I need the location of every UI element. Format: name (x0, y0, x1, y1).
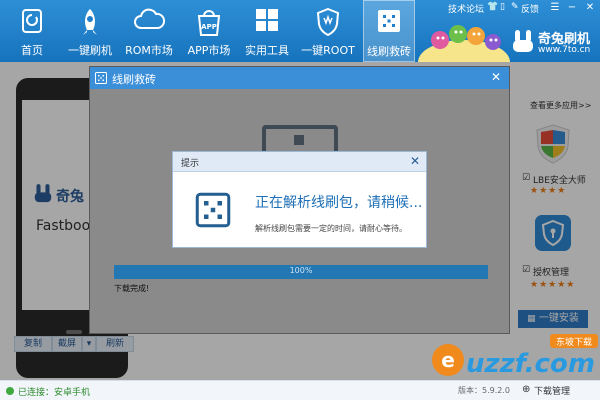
tip-close-icon[interactable]: ✕ (410, 154, 420, 168)
nav-home[interactable]: 首页 (8, 0, 56, 62)
nav-one-click-flash[interactable]: 一键刷机 (62, 0, 118, 62)
menu-icon[interactable]: ☰ (549, 3, 561, 13)
nav-home-label: 首页 (21, 44, 43, 57)
download-manager-button[interactable]: 下载管理 (534, 384, 570, 397)
progress-text: 100% (289, 266, 313, 275)
feedback-icon: ✎ (511, 2, 519, 12)
tip-dialog: 提示 ✕ 正在解析线刷包，请稍候... 解析线刷包需要一定的时间，请耐心等待。 (172, 151, 427, 248)
forum-link[interactable]: 技术论坛 (448, 2, 484, 15)
rocket-icon (83, 9, 97, 35)
nav-one-click-root[interactable]: 一键ROOT (298, 0, 358, 62)
dice-icon (95, 72, 107, 84)
shirt-icon[interactable]: 👕 (487, 2, 498, 12)
minimize-button[interactable]: − (566, 3, 578, 13)
rabbit-logo-icon (513, 30, 533, 52)
watermark-text: uzzf.com (466, 349, 595, 379)
nav-rom-market[interactable]: ROM市场 (122, 0, 176, 62)
mascot-illustration (418, 25, 510, 62)
download-icon: ⊕ (522, 384, 531, 395)
home-icon (22, 9, 42, 33)
grid-icon (256, 9, 278, 31)
nav-flash-rescue[interactable]: 线刷救砖 (363, 0, 415, 62)
version-text: 版本：5.9.2.0 (458, 386, 510, 395)
phone-small-icon[interactable]: ▯ (500, 2, 505, 12)
nav-one-click-root-label: 一键ROOT (301, 44, 355, 57)
nav-app-market[interactable]: APP APP市场 (182, 0, 236, 62)
watermark-badge: 东坡下载 (556, 336, 592, 348)
nav-tools[interactable]: 实用工具 (240, 0, 294, 62)
close-window-button[interactable]: ✕ (584, 3, 596, 13)
connected-icon (6, 387, 14, 395)
svg-text:e: e (441, 348, 455, 372)
nav-app-market-label: APP市场 (187, 44, 231, 57)
brand-url: www.7to.cn (538, 45, 591, 55)
download-status-text: 下载完成! (114, 284, 150, 293)
tip-title: 提示 (181, 159, 200, 169)
watermark: e uzzf.com 东坡下载 (430, 332, 600, 380)
nav-one-click-flash-label: 一键刷机 (68, 44, 112, 57)
dice-icon (195, 192, 231, 228)
flash-dialog-title: 线刷救砖 (112, 73, 156, 86)
feedback-link[interactable]: 反馈 (521, 2, 539, 15)
nav-tools-label: 实用工具 (245, 44, 289, 57)
tip-sub-message: 解析线刷包需要一定的时间，请耐心等待。 (255, 224, 407, 233)
top-nav-bar: 首页 一键刷机 ROM市场 APP APP市场 实用工具 一键ROOT 线刷救砖… (0, 0, 600, 62)
shield-root-icon (317, 8, 339, 36)
app-bag-icon: APP (197, 10, 221, 36)
tip-main-message: 正在解析线刷包，请稍候... (255, 195, 423, 211)
connection-status: 已连接：安卓手机 (18, 388, 91, 398)
brand-block: 奇兔刷机 www.7to.cn (512, 28, 600, 62)
cloud-icon (134, 8, 165, 29)
flash-dialog-close-icon[interactable]: ✕ (491, 70, 501, 84)
watermark-logo: e uzzf.com 东坡下载 (432, 334, 598, 379)
nav-flash-rescue-label: 线刷救砖 (367, 45, 411, 58)
tip-titlebar: 提示 ✕ (173, 152, 426, 172)
nav-rom-market-label: ROM市场 (125, 44, 173, 57)
svg-text:APP: APP (201, 23, 217, 31)
status-bar: 已连接：安卓手机 版本：5.9.2.0 ⊕ 下载管理 (0, 380, 600, 400)
progress-bar: 100% (114, 265, 488, 279)
flash-dialog-titlebar: 线刷救砖 ✕ (90, 67, 509, 89)
dice-icon (378, 10, 400, 32)
